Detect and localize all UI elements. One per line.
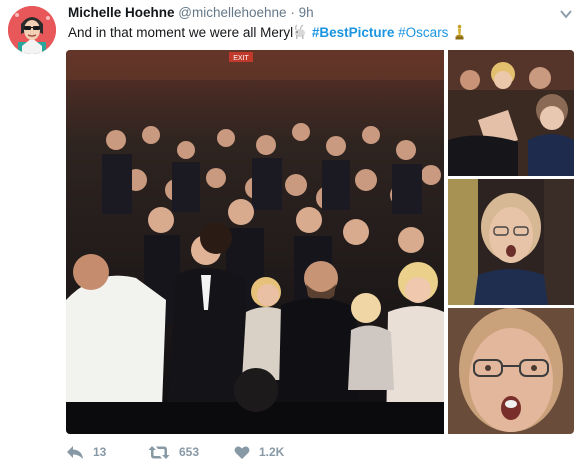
tweet-actions: 13 653 1.2K bbox=[66, 440, 466, 464]
hashtag-oscars[interactable]: #Oscars bbox=[398, 25, 448, 40]
oscar-statuette-icon bbox=[452, 24, 467, 40]
like-count: 1.2K bbox=[259, 445, 285, 459]
retweet-count: 653 bbox=[179, 445, 200, 459]
reply-count: 13 bbox=[93, 445, 107, 459]
audience-reaction-photo[interactable] bbox=[448, 50, 574, 176]
avatar[interactable] bbox=[8, 6, 56, 54]
hashtag-bestpicture[interactable]: #BestPicture bbox=[312, 25, 395, 40]
retweet-button[interactable]: 653 bbox=[148, 440, 199, 464]
goat-emoji-icon bbox=[293, 24, 308, 40]
header-separator: · bbox=[290, 5, 295, 20]
tweet-header: Michelle Hoehne @michellehoehne · 9h bbox=[68, 5, 560, 23]
heart-icon bbox=[234, 445, 259, 460]
tweet-text-main: And in that moment we were all Meryl bbox=[68, 25, 294, 40]
tweet-card: Michelle Hoehne @michellehoehne · 9h And… bbox=[0, 0, 584, 470]
tweet-timestamp[interactable]: 9h bbox=[299, 5, 314, 20]
author-name[interactable]: Michelle Hoehne bbox=[68, 5, 175, 20]
author-handle[interactable]: @michellehoehne bbox=[178, 5, 286, 20]
audience-standing-ovation-photo[interactable]: EXIT bbox=[66, 50, 444, 434]
reply-icon bbox=[66, 445, 93, 460]
meryl-surprised-photo[interactable] bbox=[448, 179, 574, 305]
reply-button[interactable]: 13 bbox=[66, 440, 106, 464]
retweet-icon bbox=[148, 445, 179, 460]
tweet-text: And in that moment we were all Meryl #Be… bbox=[68, 24, 574, 42]
like-button[interactable]: 1.2K bbox=[234, 440, 284, 464]
media-grid: EXIT bbox=[66, 50, 574, 434]
meryl-closeup-photo[interactable] bbox=[448, 308, 574, 434]
exit-sign: EXIT bbox=[233, 55, 249, 62]
chevron-down-icon[interactable] bbox=[560, 6, 572, 19]
